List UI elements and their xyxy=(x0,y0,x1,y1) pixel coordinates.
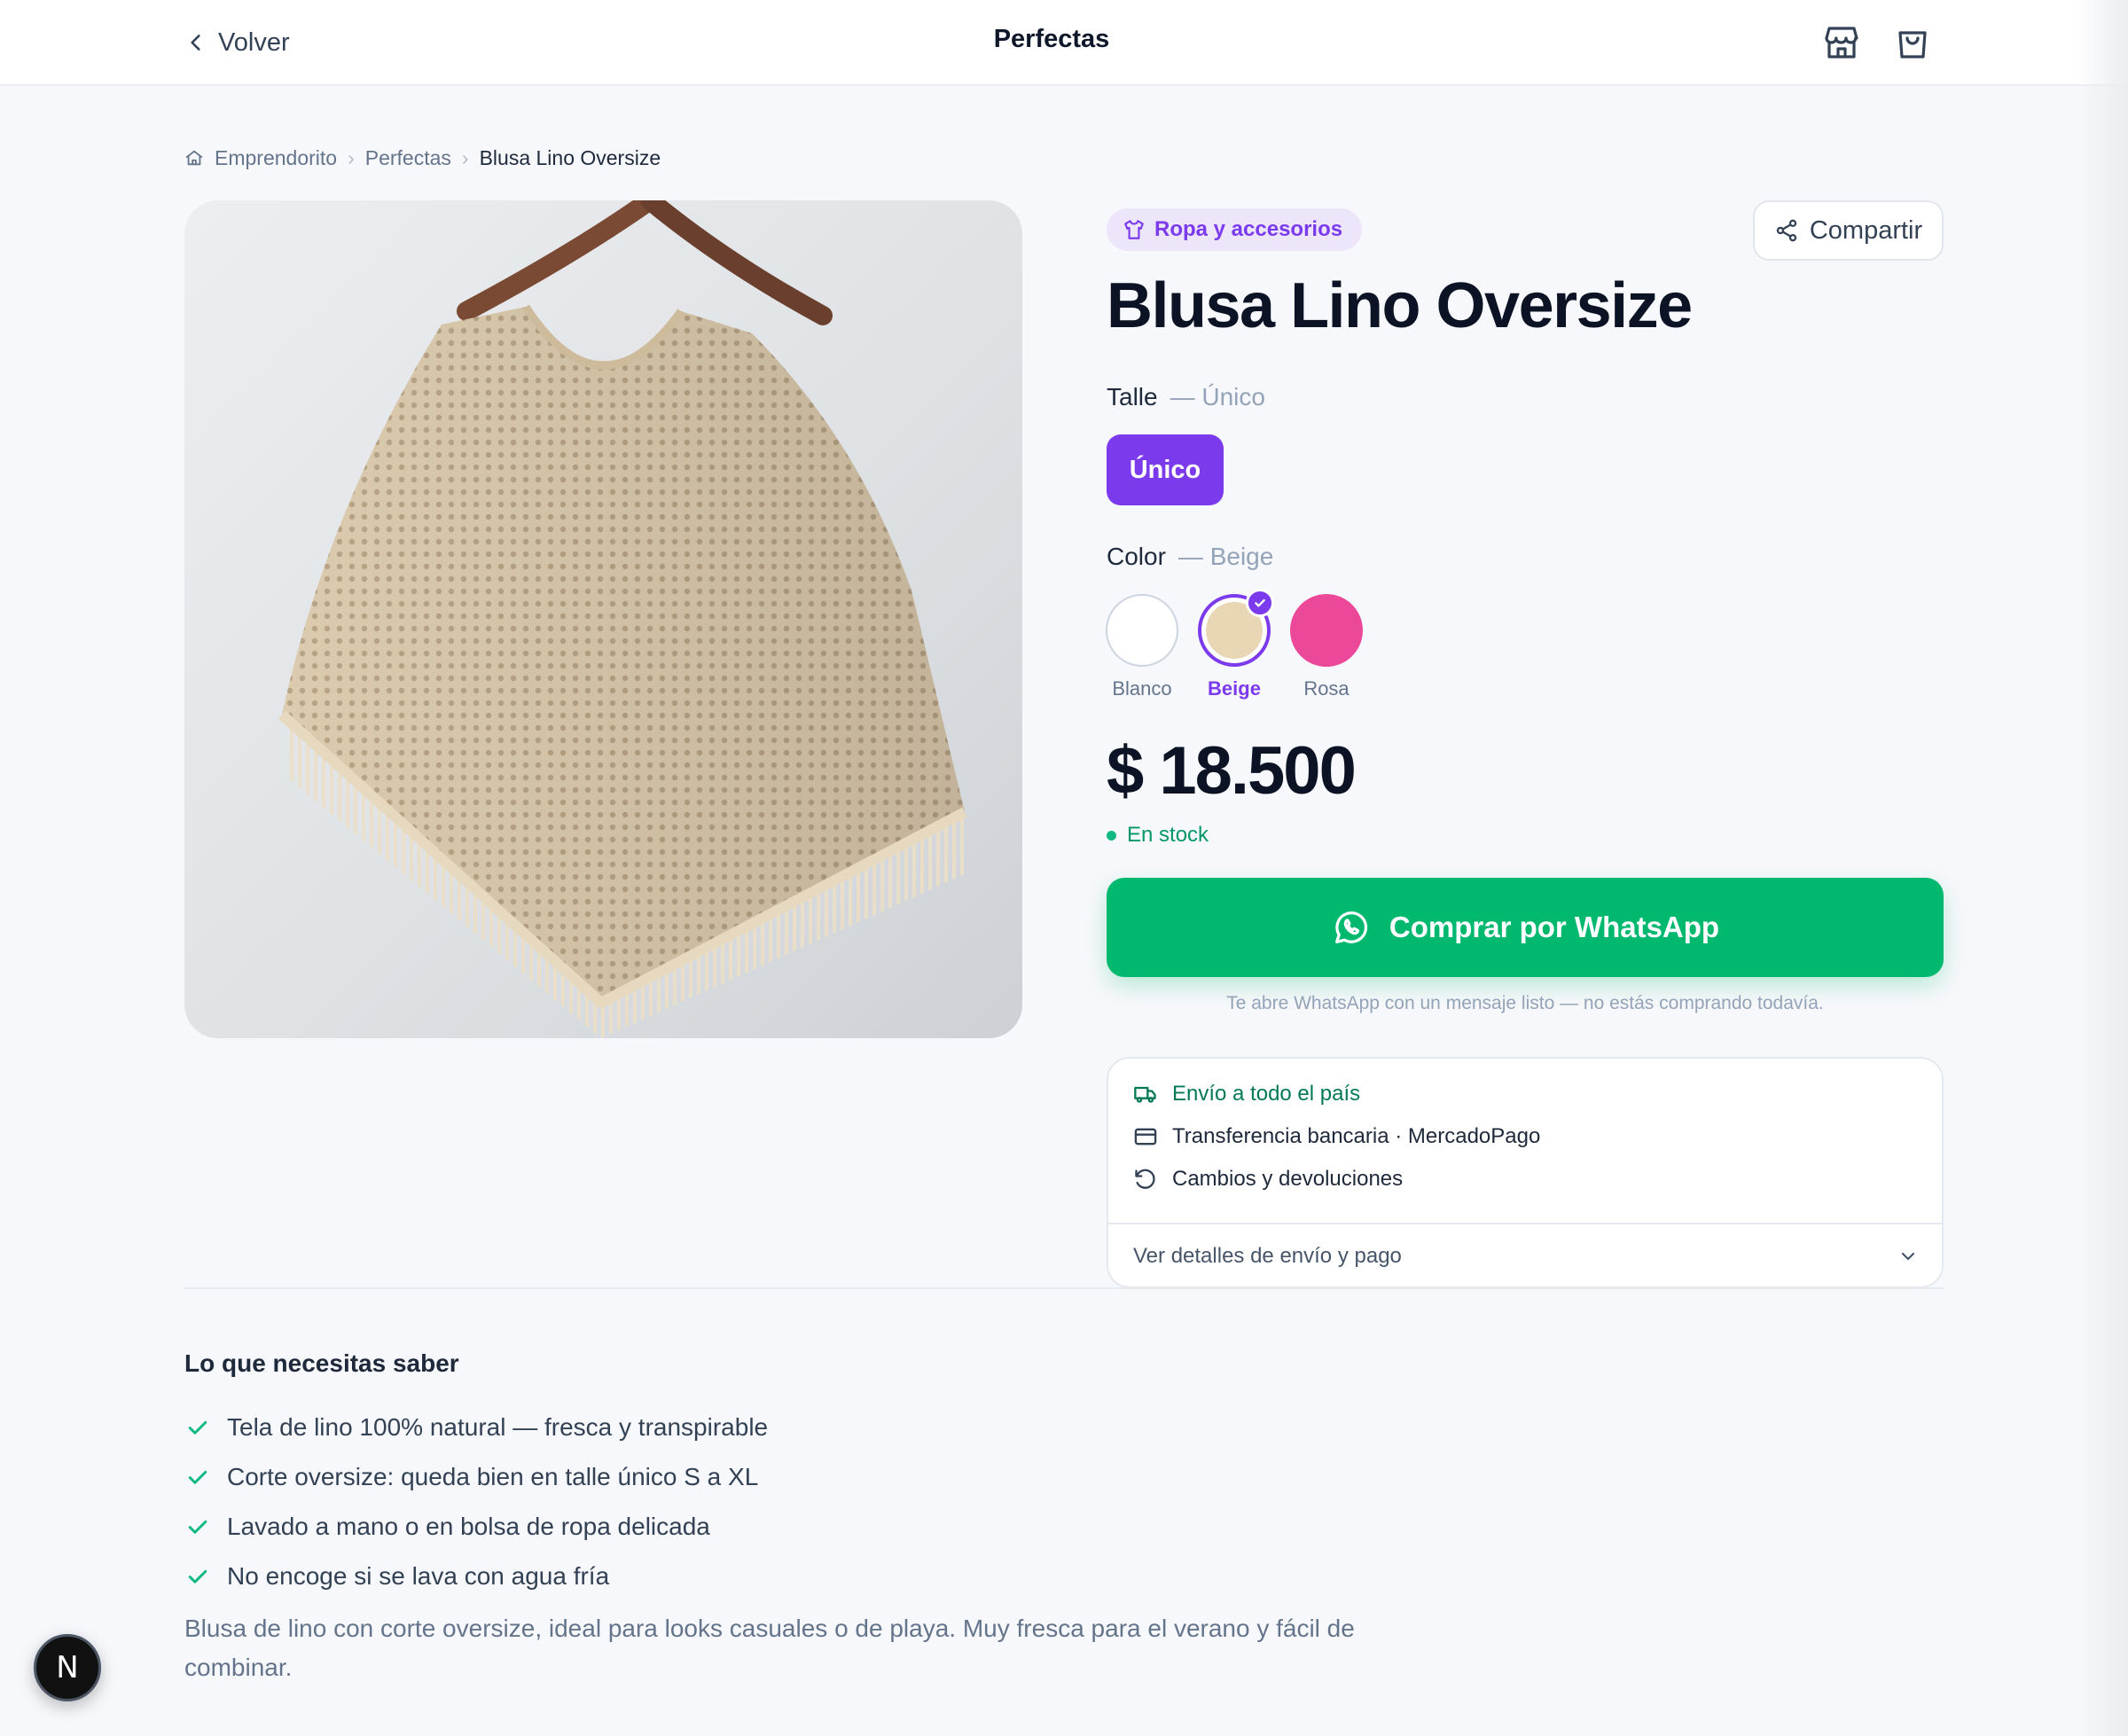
whatsapp-icon xyxy=(1334,911,1368,943)
store-title: Perfectas xyxy=(993,25,1110,53)
color-swatch-blanco xyxy=(1106,594,1178,667)
shipping-payment-card: Envío a todo el país Transferencia banca… xyxy=(1107,1057,1944,1288)
stock-label: En stock xyxy=(1127,823,1209,847)
category-badge[interactable]: Ropa y accesorios xyxy=(1107,208,1363,251)
truck-icon xyxy=(1134,1086,1156,1103)
size-label-text: Talle xyxy=(1107,383,1158,411)
size-label: Talle — Único xyxy=(1107,383,1265,415)
color-label-text: Color xyxy=(1107,543,1166,570)
edge-shadow xyxy=(2075,0,2128,1736)
breadcrumb-item-store[interactable]: Perfectas xyxy=(365,146,451,170)
info-shipping: Envío a todo el país xyxy=(1133,1078,1360,1110)
shipping-details-label: Ver detalles de envío y pago xyxy=(1133,1244,1402,1268)
top-bar: Volver Perfectas xyxy=(0,0,2128,86)
color-option-label: Rosa xyxy=(1303,677,1350,700)
list-item: Corte oversize: queda bien en talle únic… xyxy=(184,1452,768,1502)
store-icon xyxy=(1825,27,1858,59)
check-icon xyxy=(188,1520,207,1534)
dev-tools-badge[interactable]: N xyxy=(34,1634,101,1701)
buy-whatsapp-label: Comprar por WhatsApp xyxy=(1389,911,1720,943)
color-selected-value: — Beige xyxy=(1177,543,1274,570)
color-option-beige[interactable]: Beige xyxy=(1194,589,1274,700)
feature-list: Tela de lino 100% natural — fresca y tra… xyxy=(184,1403,768,1601)
list-item-text: No encoge si se lava con agua fría xyxy=(227,1562,610,1590)
check-icon xyxy=(188,1569,207,1584)
cart-button[interactable] xyxy=(1891,21,1934,64)
share-label: Compartir xyxy=(1809,215,1923,245)
know-section-title: Lo que necesitas saber xyxy=(184,1349,459,1377)
color-swatch-rosa xyxy=(1290,594,1363,667)
buy-whatsapp-button[interactable]: Comprar por WhatsApp xyxy=(1107,878,1944,977)
color-label: Color — Beige xyxy=(1107,543,1273,575)
check-icon xyxy=(1246,589,1274,617)
product-image[interactable] xyxy=(184,200,1022,1038)
check-icon xyxy=(188,1420,207,1435)
list-item: Lavado a mano o en bolsa de ropa delicad… xyxy=(184,1502,768,1552)
info-returns-label: Cambios y devoluciones xyxy=(1172,1167,1404,1191)
list-item: No encoge si se lava con agua fría xyxy=(184,1552,768,1601)
info-shipping-label: Envío a todo el país xyxy=(1172,1082,1361,1106)
breadcrumb-item-home[interactable]: Emprendorito xyxy=(215,146,337,170)
list-item-text: Tela de lino 100% natural — fresca y tra… xyxy=(227,1413,769,1441)
blouse-illustration xyxy=(278,200,967,1038)
breadcrumb-item-current: Blusa Lino Oversize xyxy=(479,145,661,169)
share-button[interactable]: Compartir xyxy=(1753,200,1944,261)
color-option-label: Blanco xyxy=(1112,677,1172,700)
color-option-label: Beige xyxy=(1208,677,1261,700)
list-item: Tela de lino 100% natural — fresca y tra… xyxy=(184,1403,768,1452)
product-description: Blusa de lino con corte oversize, ideal … xyxy=(184,1615,1355,1681)
credit-card-icon xyxy=(1134,1128,1157,1146)
breadcrumb-separator-icon: › xyxy=(461,145,469,169)
section-divider xyxy=(184,1287,1944,1289)
check-icon xyxy=(188,1470,207,1484)
list-item-text: Lavado a mano o en bolsa de ropa delicad… xyxy=(227,1513,710,1540)
rotate-ccw-icon xyxy=(1135,1169,1155,1189)
share-icon xyxy=(1776,219,1797,242)
color-option-rosa[interactable]: Rosa xyxy=(1287,590,1366,700)
breadcrumb-separator-icon: › xyxy=(348,145,355,169)
chevron-down-icon xyxy=(1901,1252,1915,1261)
stock-status: En stock xyxy=(1107,821,1209,849)
info-payment: Transferencia bancaria · MercadoPago xyxy=(1133,1121,1540,1153)
size-option-unico[interactable]: Único xyxy=(1107,434,1224,505)
store-button[interactable] xyxy=(1820,21,1863,64)
list-item-text: Corte oversize: queda bien en talle únic… xyxy=(227,1463,759,1490)
product-title: Blusa Lino Oversize xyxy=(1107,270,1693,341)
category-label: Ropa y accesorios xyxy=(1154,217,1343,241)
home-icon xyxy=(185,150,203,166)
stock-dot-icon xyxy=(1107,830,1116,841)
price: $ 18.500 xyxy=(1107,733,1357,809)
color-option-blanco[interactable]: Blanco xyxy=(1102,590,1182,700)
whatsapp-note: Te abre WhatsApp con un mensaje listo — … xyxy=(1226,993,1824,1013)
info-returns: Cambios y devoluciones xyxy=(1133,1163,1403,1195)
shirt-icon xyxy=(1124,220,1144,239)
shopping-bag-icon xyxy=(1898,31,1927,59)
size-selected-value: — Único xyxy=(1170,383,1265,411)
breadcrumb: Emprendorito › Perfectas › Blusa Lino Ov… xyxy=(184,144,661,172)
info-payment-label: Transferencia bancaria · MercadoPago xyxy=(1172,1124,1541,1148)
shipping-details-toggle[interactable]: Ver detalles de envío y pago xyxy=(1108,1224,1942,1286)
